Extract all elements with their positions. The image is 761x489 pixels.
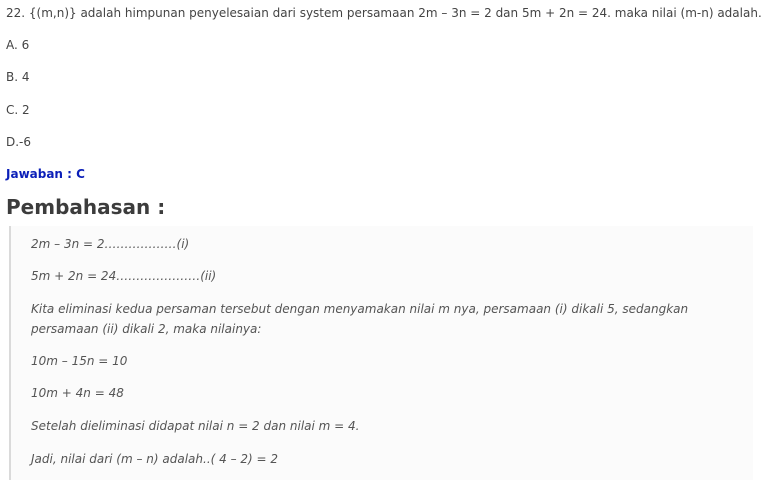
equation-line-i: 2m – 3n = 2………………(i)	[31, 237, 190, 251]
question-text: 22. {(m,n)} adalah himpunan penyelesaian…	[6, 6, 761, 20]
option-a: A. 6	[6, 38, 30, 52]
discussion-heading: Pembahasan :	[6, 195, 166, 219]
option-d: D.-6	[6, 135, 32, 149]
answer-label: Jawaban : C	[6, 167, 85, 181]
equation-line-scaled-2: 10m + 4n = 48	[31, 386, 124, 400]
option-c: C. 2	[6, 103, 30, 117]
option-b: B. 4	[6, 70, 30, 84]
equation-line-scaled-1: 10m – 15n = 10	[31, 354, 128, 368]
discussion-blockquote: 2m – 3n = 2………………(i) 5m + 2n = 24……………………	[9, 226, 753, 480]
elimination-explanation: Kita eliminasi kedua persaman tersebut d…	[31, 302, 689, 336]
result-values: Setelah dieliminasi didapat nilai n = 2 …	[31, 419, 360, 433]
equation-line-ii: 5m + 2n = 24…………………(ii)	[31, 269, 217, 283]
final-answer-line: Jadi, nilai dari (m – n) adalah..( 4 – 2…	[31, 452, 279, 466]
